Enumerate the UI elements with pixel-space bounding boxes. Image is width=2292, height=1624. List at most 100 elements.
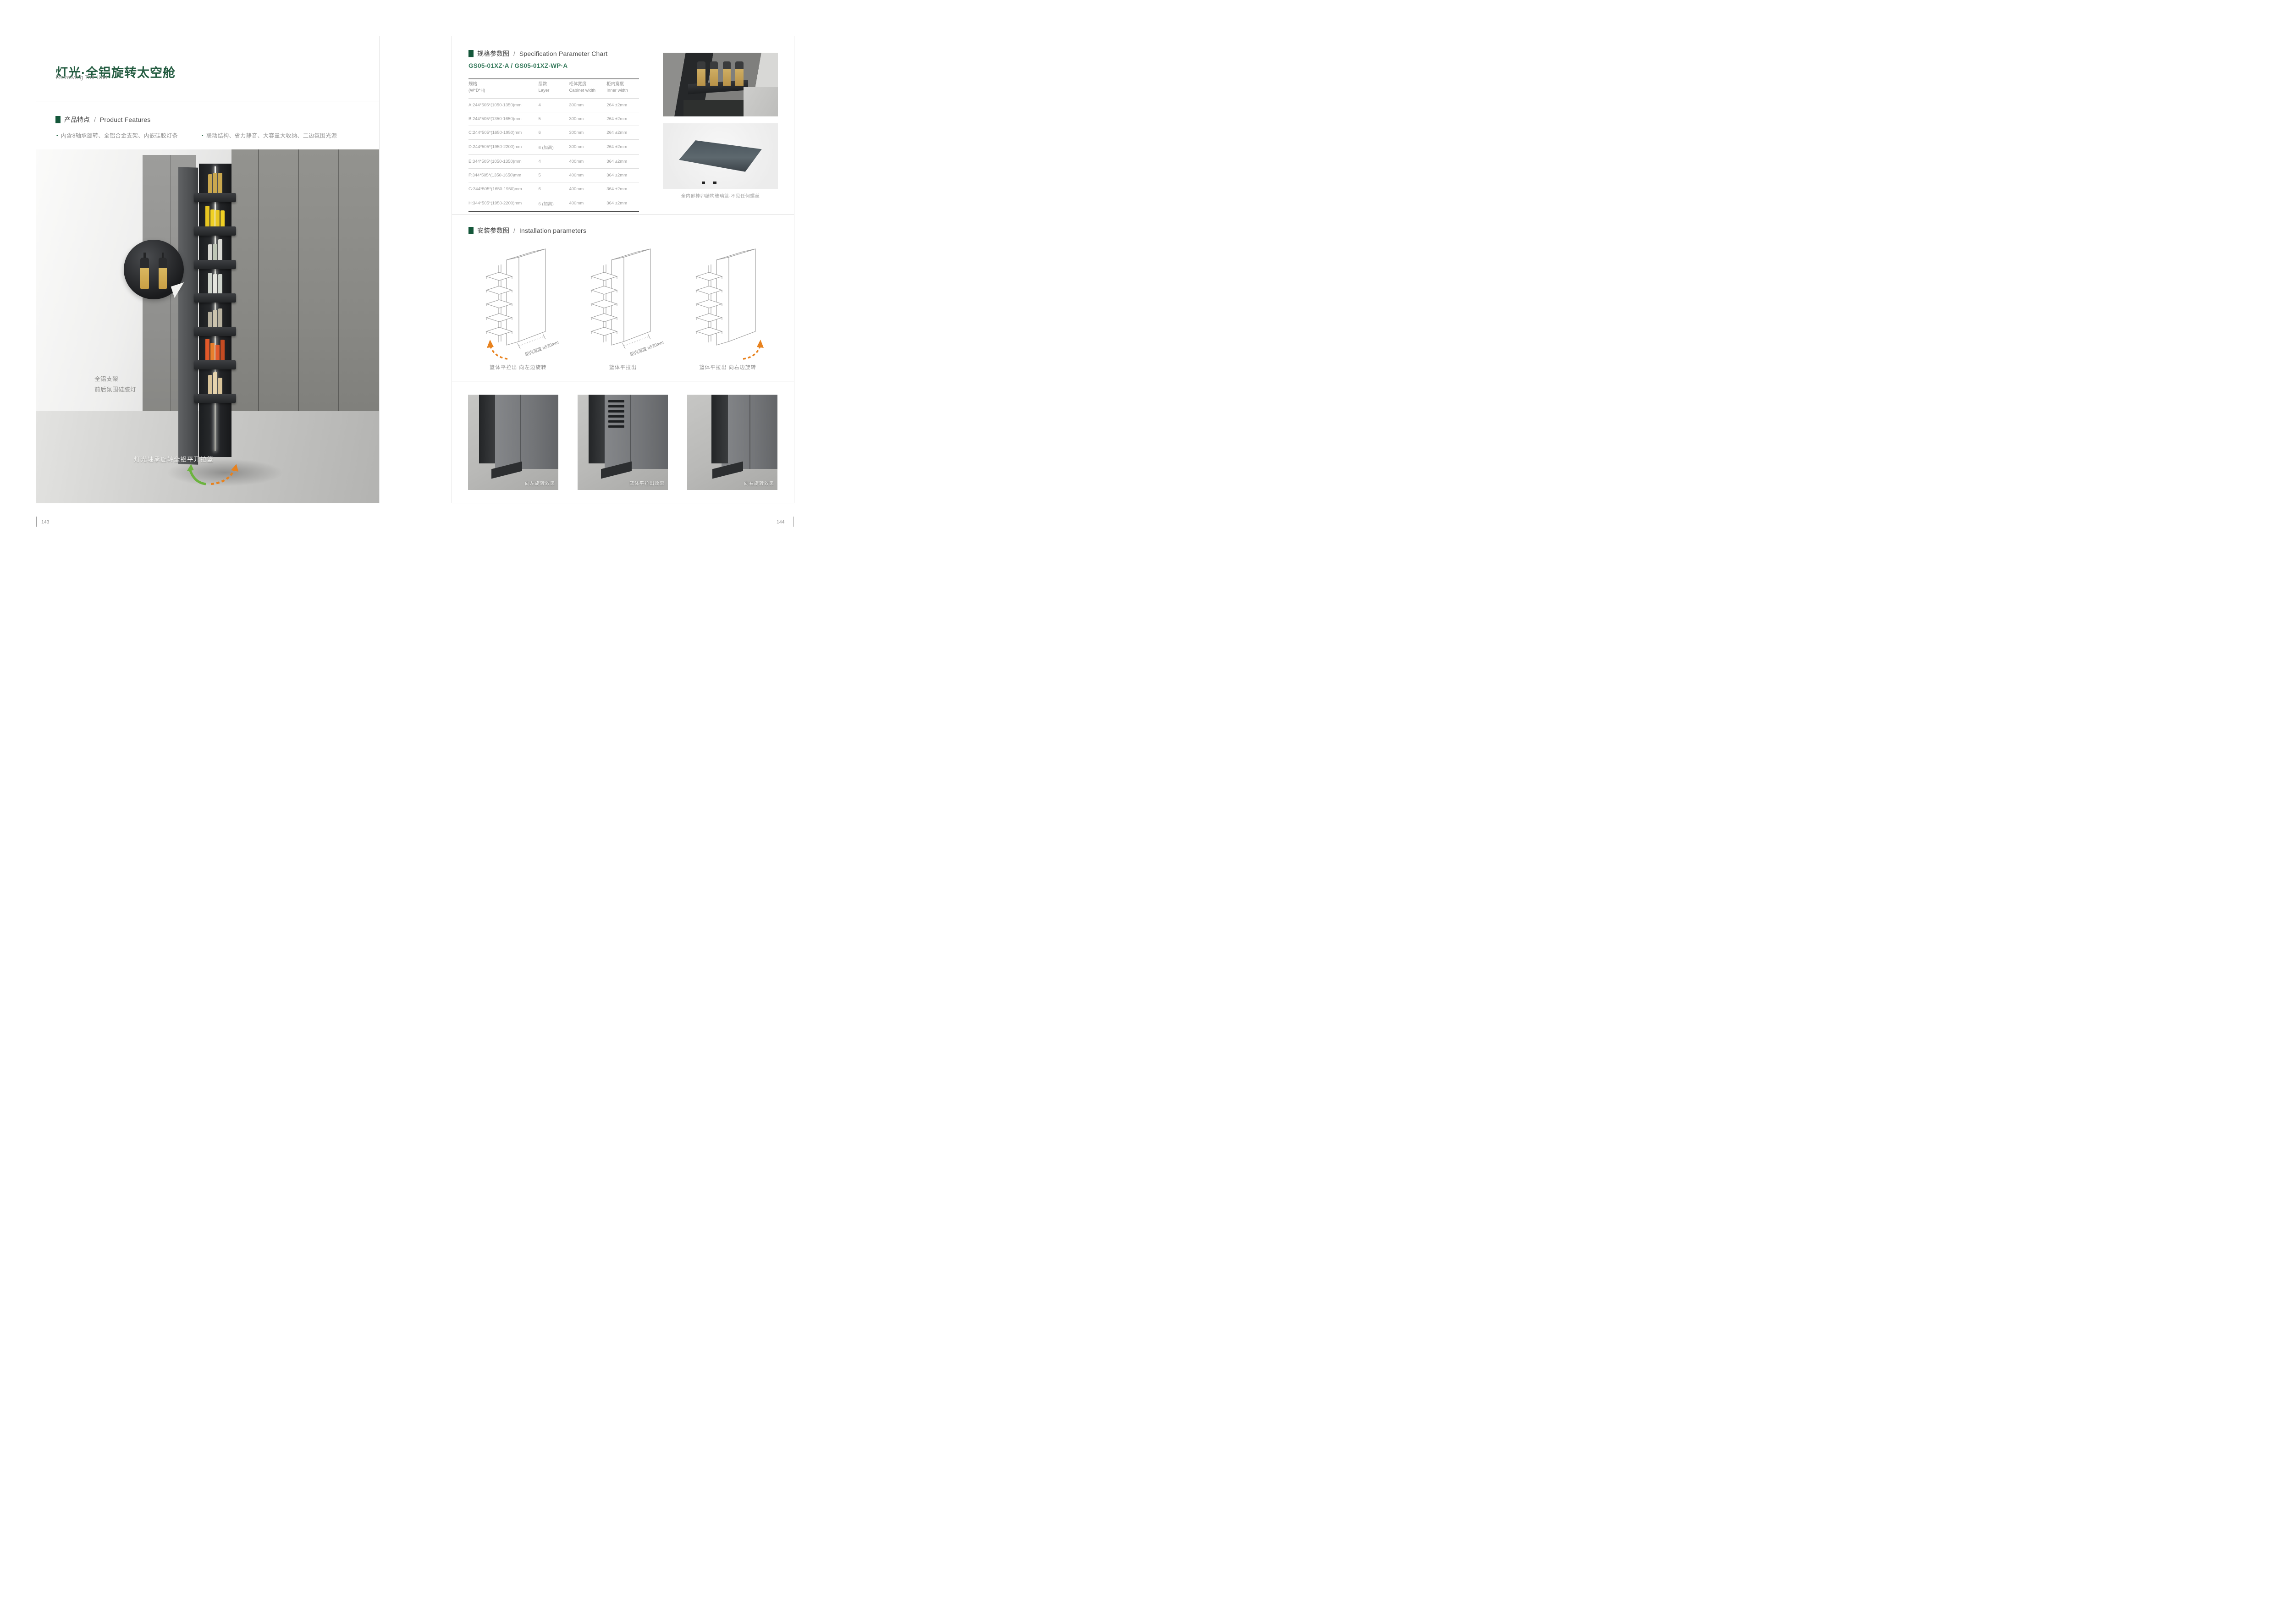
table-row: B:244*505*(1350-1650)mm5300mm264 ±2mm <box>468 112 639 126</box>
product-photo: 全铝支架 前后氛围硅胶灯 灯光轴承旋转全铝平开拉篮 <box>36 149 379 503</box>
stored-item <box>218 274 222 293</box>
features-heading-zh: 产品特点 <box>64 115 90 124</box>
table-cell-spec: H:344*505*(1950-2200)mm <box>468 196 539 211</box>
table-cell-spec: F:344*505*(1350-1650)mm <box>468 168 539 182</box>
orange-arrow-curve <box>211 469 234 484</box>
page-number-left: 143 <box>41 519 50 525</box>
table-cell-inner_width: 264 ±2mm <box>606 126 639 139</box>
stored-item <box>218 173 222 193</box>
effect-caption: 篮体平拉出效果 <box>629 479 665 486</box>
table-header: 层数Layer <box>539 79 569 98</box>
table-cell-layer: 6 (加高) <box>539 139 569 154</box>
page-number-bar <box>793 517 794 527</box>
green-arrowhead <box>187 464 194 471</box>
stored-item <box>218 378 222 394</box>
heading-slash: / <box>513 227 515 234</box>
stored-item <box>208 273 212 293</box>
table-cell-layer: 4 <box>539 98 569 112</box>
open-cabinet-door <box>178 167 198 464</box>
installation-diagrams: 柜内深度 ≥520mm <box>452 243 794 363</box>
stored-item <box>220 210 225 226</box>
bottle-silhouette <box>723 61 731 86</box>
table-cell-spec: A:244*505*(1050-1350)mm <box>468 98 539 112</box>
stored-item <box>215 210 220 226</box>
installation-section-heading: 安装参数图 / Installation parameters <box>468 226 586 235</box>
installation-diagram: 柜内深度 ≥520mm <box>474 243 562 363</box>
open-door <box>479 395 495 463</box>
green-square-icon <box>55 116 61 123</box>
stored-item <box>210 343 215 360</box>
bottle-silhouette <box>140 258 149 289</box>
table-cell-layer: 5 <box>539 168 569 182</box>
effect-photos: 向左旋转效果 篮体平拉出效果 向右旋转效果 <box>468 395 780 490</box>
table-cell-inner_width: 364 ±2mm <box>606 168 639 182</box>
basket-tray <box>194 260 236 269</box>
open-door <box>589 395 605 463</box>
green-square-icon <box>468 50 474 57</box>
spec-heading-en: Specification Parameter Chart <box>519 50 608 57</box>
table-row: C:244*505*(1650-1950)mm6300mm264 ±2mm <box>468 126 639 139</box>
table-cell-inner_width: 264 ±2mm <box>606 112 639 126</box>
stored-item <box>218 308 222 327</box>
table-cell-spec: C:244*505*(1650-1950)mm <box>468 126 539 139</box>
table-cell-inner_width: 364 ±2mm <box>606 154 639 168</box>
table-row: D:244*505*(1950-2200)mm6 (加高)300mm264 ±2… <box>468 139 639 154</box>
basket-in-cabinet-photo <box>663 53 778 116</box>
stored-item <box>208 244 212 260</box>
table-cell-layer: 5 <box>539 112 569 126</box>
stored-item <box>205 339 209 360</box>
table-cell-spec: B:244*505*(1350-1650)mm <box>468 112 539 126</box>
table-row: F:344*505*(1350-1650)mm5400mm364 ±2mm <box>468 168 639 182</box>
table-cell-inner_width: 264 ±2mm <box>606 139 639 154</box>
table-cell-spec: D:244*505*(1950-2200)mm <box>468 139 539 154</box>
diagram-caption: 篮体平拉出 向左边旋转 <box>474 363 562 371</box>
installation-heading-zh: 安装参数图 <box>477 226 509 235</box>
table-cell-inner_width: 364 ±2mm <box>606 182 639 196</box>
table-cell-layer: 6 <box>539 182 569 196</box>
installation-diagram <box>684 243 771 363</box>
table-cell-layer: 6 <box>539 126 569 139</box>
spec-section-heading: 规格参数图 / Specification Parameter Chart <box>468 49 607 58</box>
cabinet-seam <box>520 395 521 469</box>
callout-label: 全铝支架 前后氛围硅胶灯 <box>94 374 136 396</box>
cabinet-seam <box>749 395 750 469</box>
table-cell-cabinet_width: 300mm <box>569 112 606 126</box>
basket-tray <box>194 360 236 369</box>
green-arrow-curve <box>190 469 206 484</box>
table-cell-cabinet_width: 300mm <box>569 126 606 139</box>
table-header: 柜体宽度Cabinet width <box>569 79 606 98</box>
glass-basket-product-photo <box>663 123 778 189</box>
stored-item <box>213 372 217 393</box>
model-numbers: GS05-01XZ·A / GS05-01XZ-WP·A <box>468 62 567 69</box>
spec-photo-column <box>663 53 778 189</box>
bottle-silhouette <box>710 61 718 86</box>
stored-item <box>208 375 212 394</box>
table-header: 柜内宽度Inner width <box>606 79 639 98</box>
table-cell-inner_width: 364 ±2mm <box>606 196 639 211</box>
spec-photo-caption: 全内部棒卯结构玻璃篮·不见任何螺丝 <box>663 192 778 199</box>
glass-basket-tray <box>679 140 762 172</box>
effect-caption: 向左旋转效果 <box>525 479 555 486</box>
diagram-caption: 篮体平拉出 向右边旋转 <box>684 363 771 371</box>
cabinet-base <box>683 100 744 116</box>
effect-photo: 向右旋转效果 <box>687 395 777 490</box>
table-cell-cabinet_width: 400mm <box>569 168 606 182</box>
page-number-right: 144 <box>777 519 785 525</box>
revolving-tall-unit <box>199 164 231 457</box>
heading-slash: / <box>94 116 96 123</box>
diagram-caption: 篮体平拉出 <box>579 363 667 371</box>
open-door <box>711 395 727 463</box>
stored-item <box>208 174 212 193</box>
stored-item <box>205 206 209 226</box>
feature-bullet-list: 内含8轴承旋转、全铝合金支架、内嵌硅胶灯条联动结构、省力静音、大容量大收纳、二边… <box>56 132 370 139</box>
stored-item <box>208 312 212 327</box>
stored-item <box>213 274 217 293</box>
stored-item <box>213 244 217 260</box>
cabinet-wall <box>495 395 558 469</box>
specification-table: 规格(W*D*H)层数Layer柜体宽度Cabinet width柜内宽度Inn… <box>468 78 639 212</box>
spec-heading-zh: 规格参数图 <box>477 49 509 58</box>
table-cell-cabinet_width: 400mm <box>569 154 606 168</box>
effect-caption: 向右旋转效果 <box>744 479 774 486</box>
stored-item <box>213 173 217 193</box>
left-page-panel: 灯光·全铝旋转太空舱 Revolving Tall Unit 产品特点 / Pr… <box>36 36 380 503</box>
